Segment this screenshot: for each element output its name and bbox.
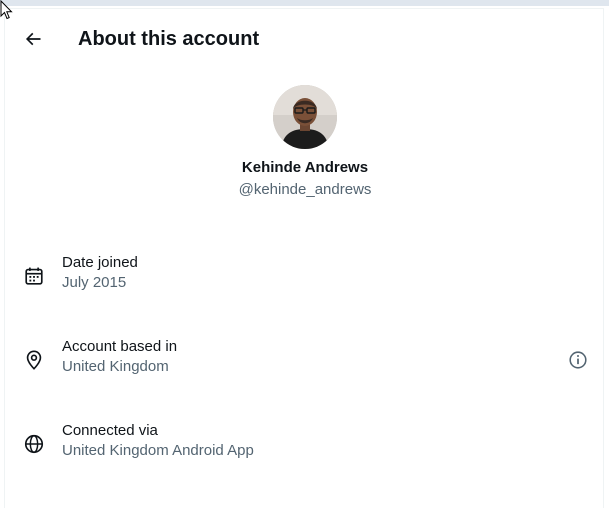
globe-icon [24, 434, 44, 454]
connected-via-label: Connected via [62, 422, 158, 439]
account-based-in-row: Account based in United Kingdom [5, 337, 605, 397]
calendar-icon [25, 267, 43, 285]
page-title: About this account [78, 28, 260, 50]
date-joined-value: July 2015 [62, 274, 127, 291]
date-joined-label: Date joined [62, 254, 138, 271]
info-icon[interactable] [567, 349, 589, 371]
avatar[interactable] [273, 85, 337, 149]
account-based-in-value: United Kingdom [62, 358, 169, 375]
profile-photo [273, 85, 337, 149]
browser-top-strip [0, 0, 609, 6]
connected-via-row: Connected via United Kingdom Android App [5, 421, 605, 481]
display-name: Kehinde Andrews [241, 159, 369, 176]
mouse-cursor-icon [0, 0, 13, 20]
date-joined-row: Date joined July 2015 [5, 253, 605, 313]
username-handle: @kehinde_andrews [238, 181, 372, 198]
about-account-panel: About this account Kehinde Andrews @kehi… [4, 8, 604, 508]
back-button[interactable] [19, 25, 47, 53]
account-based-in-label: Account based in [62, 338, 178, 355]
location-pin-icon [26, 350, 42, 370]
arrow-left-icon [25, 32, 41, 46]
connected-via-value: United Kingdom Android App [62, 442, 254, 459]
